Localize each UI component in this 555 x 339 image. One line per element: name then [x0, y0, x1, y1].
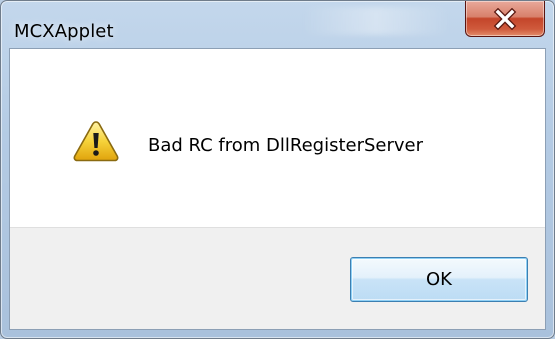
dialog-message: Bad RC from DllRegisterServer	[148, 135, 424, 156]
warning-icon	[72, 119, 120, 163]
ok-button[interactable]: OK	[350, 257, 528, 302]
close-button[interactable]	[465, 1, 545, 37]
window-title: MCXApplet	[14, 21, 114, 42]
dialog-client-area: Bad RC from DllRegisterServer OK	[9, 48, 546, 330]
button-bar: OK	[10, 227, 545, 329]
close-icon	[466, 1, 544, 36]
glass-background	[301, 7, 451, 35]
dialog-window: MCXApplet Bad RC from DllRegisterServer …	[0, 0, 555, 339]
message-area: Bad RC from DllRegisterServer	[10, 49, 545, 227]
